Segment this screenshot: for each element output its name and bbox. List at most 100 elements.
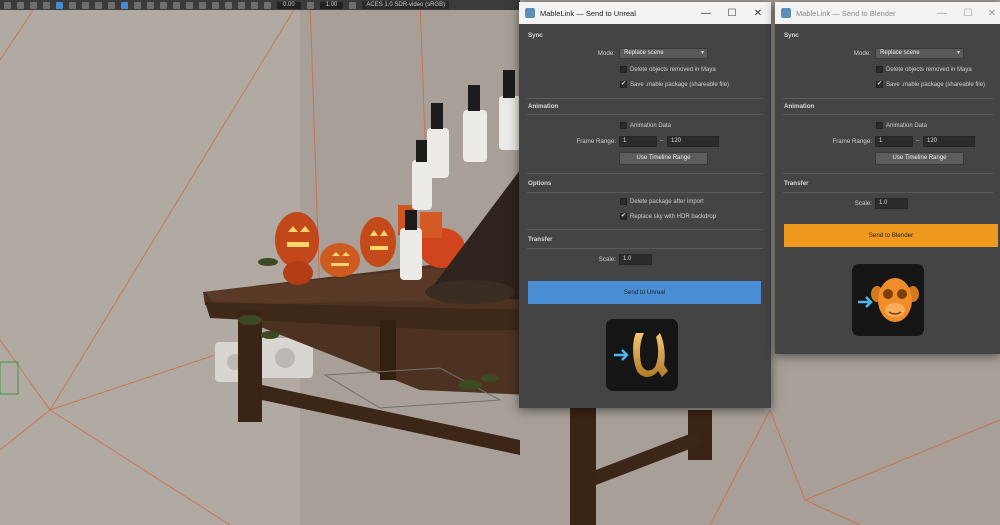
divider bbox=[783, 98, 993, 99]
blender-monkey-logo-icon bbox=[852, 264, 924, 336]
divider bbox=[527, 98, 763, 99]
replace-sky-label: Replace sky with HDR backdrop bbox=[630, 214, 717, 220]
mode-dropdown[interactable]: Replace scene ▾ bbox=[875, 48, 964, 59]
section-animation-heading: Animation bbox=[784, 103, 815, 110]
delete-package-label: Delete package after import bbox=[630, 199, 704, 205]
tool-icon[interactable] bbox=[43, 1, 50, 9]
use-timeline-range-button[interactable]: Use Timeline Range bbox=[619, 152, 708, 165]
unreal-logo-icon bbox=[606, 319, 678, 391]
tool-icon[interactable] bbox=[56, 1, 63, 9]
divider bbox=[527, 114, 763, 115]
scale-label: Scale: bbox=[854, 200, 872, 207]
tool-icon[interactable] bbox=[264, 1, 271, 9]
window-title: MableLink — Send to Unreal bbox=[540, 8, 636, 18]
tool-icon[interactable] bbox=[160, 1, 167, 9]
section-sync-heading: Sync bbox=[528, 32, 543, 39]
window-title: MableLink — Send to Blender bbox=[796, 8, 896, 18]
mode-dropdown[interactable]: Replace scene ▾ bbox=[619, 48, 708, 59]
tool-icon[interactable] bbox=[82, 1, 89, 9]
animation-data-checkbox[interactable] bbox=[620, 122, 627, 129]
divider bbox=[783, 173, 993, 174]
scale-input[interactable]: 1.0 bbox=[875, 198, 908, 209]
section-transfer-heading: Transfer bbox=[784, 180, 809, 187]
tool-icon[interactable] bbox=[17, 1, 24, 9]
mode-value: Replace scene bbox=[880, 50, 920, 56]
maximize-icon[interactable]: ☐ bbox=[721, 2, 743, 24]
gamma-field[interactable]: 1.00 bbox=[319, 1, 344, 9]
mode-label: Mode: bbox=[597, 50, 615, 57]
section-transfer-heading: Transfer bbox=[528, 236, 553, 243]
tool-icon[interactable] bbox=[251, 1, 258, 9]
window-titlebar[interactable]: MableLink — Send to Unreal — ☐ ✕ bbox=[519, 2, 771, 24]
frame-range-label: Frame Range: bbox=[832, 138, 872, 145]
send-to-blender-window: MableLink — Send to Blender — ☐ ✕ Sync M… bbox=[775, 2, 1000, 354]
frame-start-input[interactable]: 1 bbox=[875, 136, 913, 147]
chevron-down-icon: ▾ bbox=[956, 50, 960, 56]
mode-value: Replace scene bbox=[624, 50, 664, 56]
colorspace-dropdown[interactable]: ACES 1.0 SDR-video (sRGB) bbox=[362, 1, 450, 9]
app-icon bbox=[525, 8, 535, 18]
save-package-label: Save .mable package (shareable file) bbox=[886, 82, 986, 88]
section-animation-heading: Animation bbox=[528, 103, 559, 110]
range-dash: – bbox=[916, 138, 920, 144]
section-sync-heading: Sync bbox=[784, 32, 799, 39]
tool-icon[interactable] bbox=[108, 1, 115, 9]
tool-icon[interactable] bbox=[349, 1, 357, 9]
maya-status-toolbar: 0.00 1.00 ACES 1.0 SDR-video (sRGB) bbox=[0, 0, 520, 10]
frame-end-input[interactable]: 120 bbox=[923, 136, 975, 147]
scale-label: Scale: bbox=[598, 256, 616, 263]
tool-icon[interactable] bbox=[69, 1, 76, 9]
tool-icon[interactable] bbox=[306, 1, 314, 9]
frame-end-input[interactable]: 120 bbox=[667, 136, 719, 147]
animation-data-checkbox[interactable] bbox=[876, 122, 883, 129]
frame-range-label: Frame Range: bbox=[576, 138, 616, 145]
send-to-unreal-button[interactable]: Send to Unreal bbox=[528, 281, 761, 304]
chevron-down-icon: ▾ bbox=[700, 50, 704, 56]
minimize-icon[interactable]: — bbox=[695, 2, 717, 24]
minimize-icon[interactable]: — bbox=[931, 2, 953, 24]
divider bbox=[527, 229, 763, 230]
delete-objects-checkbox[interactable] bbox=[620, 66, 627, 73]
use-timeline-range-button[interactable]: Use Timeline Range bbox=[875, 152, 964, 165]
tool-icon[interactable] bbox=[212, 1, 219, 9]
delete-objects-label: Delete objects removed in Maya bbox=[630, 67, 716, 73]
tool-icon[interactable] bbox=[95, 1, 102, 9]
window-titlebar[interactable]: MableLink — Send to Blender — ☐ ✕ bbox=[775, 2, 1000, 24]
save-package-checkbox[interactable]: ✔ bbox=[620, 81, 627, 88]
close-icon[interactable]: ✕ bbox=[747, 2, 769, 24]
tool-icon[interactable] bbox=[4, 1, 11, 9]
animation-data-label: Animation Data bbox=[886, 123, 928, 129]
divider bbox=[527, 248, 763, 249]
scale-input[interactable]: 1.0 bbox=[619, 254, 652, 265]
animation-data-label: Animation Data bbox=[630, 123, 672, 129]
delete-package-checkbox[interactable] bbox=[620, 198, 627, 205]
section-options-heading: Options bbox=[528, 180, 552, 187]
send-to-blender-button[interactable]: Send to Blender bbox=[784, 224, 998, 247]
send-to-unreal-window: MableLink — Send to Unreal — ☐ ✕ Sync Mo… bbox=[519, 2, 771, 408]
save-package-label: Save .mable package (shareable file) bbox=[630, 82, 730, 88]
tool-icon[interactable] bbox=[225, 1, 232, 9]
range-dash: – bbox=[660, 138, 664, 144]
save-package-checkbox[interactable]: ✔ bbox=[876, 81, 883, 88]
app-icon bbox=[781, 8, 791, 18]
divider bbox=[527, 173, 763, 174]
tool-icon[interactable] bbox=[147, 1, 154, 9]
tool-icon[interactable] bbox=[238, 1, 245, 9]
tool-icon[interactable] bbox=[173, 1, 180, 9]
tool-icon[interactable] bbox=[186, 1, 193, 9]
frame-start-input[interactable]: 1 bbox=[619, 136, 657, 147]
divider bbox=[783, 114, 993, 115]
replace-sky-checkbox[interactable]: ✔ bbox=[620, 213, 627, 220]
divider bbox=[527, 192, 763, 193]
delete-objects-checkbox[interactable] bbox=[876, 66, 883, 73]
tool-icon[interactable] bbox=[121, 1, 128, 9]
maximize-icon[interactable]: ☐ bbox=[957, 2, 979, 24]
tool-icon[interactable] bbox=[199, 1, 206, 9]
exposure-field[interactable]: 0.00 bbox=[277, 1, 301, 9]
mode-label: Mode: bbox=[853, 50, 871, 57]
divider bbox=[783, 192, 993, 193]
delete-objects-label: Delete objects removed in Maya bbox=[886, 67, 972, 73]
tool-icon[interactable] bbox=[30, 1, 37, 9]
tool-icon[interactable] bbox=[134, 1, 141, 9]
close-icon[interactable]: ✕ bbox=[981, 2, 1000, 24]
